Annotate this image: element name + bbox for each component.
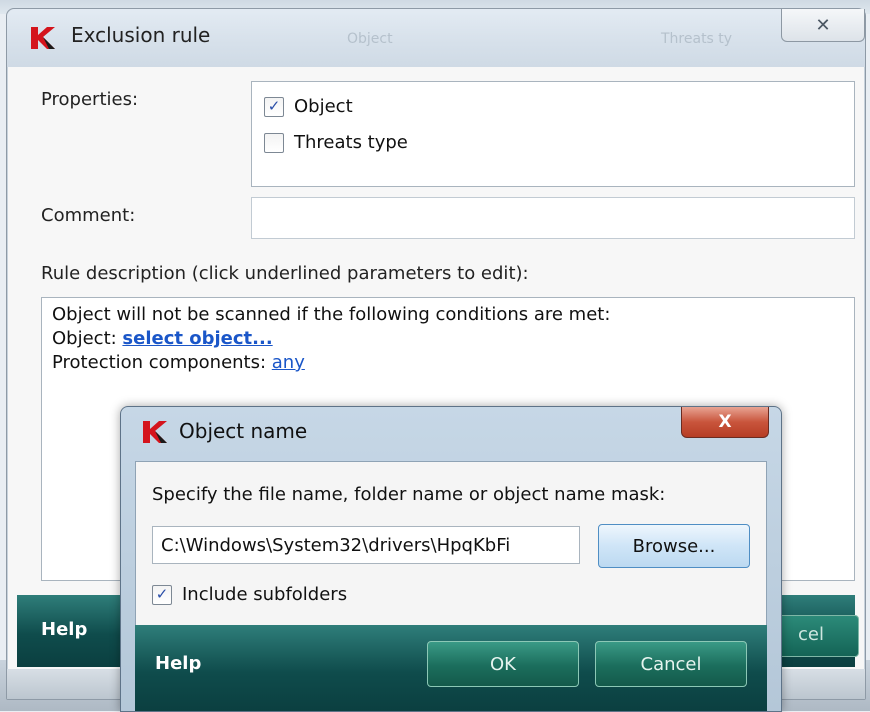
dialog-title: Object name [179, 419, 308, 443]
components-any-link[interactable]: any [272, 352, 305, 373]
background-tab-label: Threats ty [661, 31, 733, 47]
kaspersky-k-icon [141, 419, 169, 445]
browse-button[interactable]: Browse... [598, 524, 750, 568]
include-subfolders-row[interactable]: ✓ Include subfolders [152, 584, 347, 605]
object-checkbox-row[interactable]: ✓ Object [264, 96, 353, 117]
properties-label: Properties: [41, 89, 139, 110]
title-bar[interactable]: Object Threats ty Exclusion rule ✕ [7, 9, 865, 67]
dialog-footer: Help OK Cancel [135, 625, 767, 711]
include-subfolders-checkbox[interactable]: ✓ [152, 584, 172, 605]
background-tab-label: Object [347, 31, 393, 47]
dialog-title: Exclusion rule [71, 23, 211, 47]
comment-input[interactable] [251, 197, 855, 239]
components-condition-line: Protection components: any [52, 352, 305, 373]
close-icon: X [718, 412, 732, 432]
cancel-button[interactable]: Cancel [595, 641, 747, 687]
include-subfolders-label: Include subfolders [182, 584, 348, 605]
cancel-button-label: cel [798, 624, 824, 645]
instruction-text: Specify the file name, folder name or ob… [152, 484, 666, 505]
object-checkbox[interactable]: ✓ [264, 96, 284, 117]
close-button[interactable]: ✕ [781, 9, 865, 42]
object-path-input[interactable]: C:\Windows\System32\drivers\HpqKbFi [152, 526, 580, 564]
object-name-panel: Specify the file name, folder name or ob… [135, 461, 767, 627]
comment-label: Comment: [41, 205, 136, 226]
object-name-dialog: Object name X Specify the file name, fol… [120, 406, 782, 712]
threats-type-checkbox[interactable] [264, 132, 284, 153]
close-button[interactable]: X [681, 407, 769, 438]
components-condition-label: Protection components: [52, 352, 272, 373]
threats-type-checkbox-label: Threats type [294, 132, 408, 153]
checkmark-icon: ✓ [155, 585, 169, 603]
cancel-button[interactable]: cel [777, 615, 859, 657]
rule-description-text: Object will not be scanned if the follow… [52, 304, 611, 325]
object-condition-line: Object: select object... [52, 328, 273, 349]
checkmark-icon: ✓ [267, 97, 281, 115]
rule-description-label: Rule description (click underlined param… [41, 263, 529, 284]
select-object-link[interactable]: select object... [122, 328, 272, 349]
kaspersky-k-icon [29, 25, 57, 51]
properties-list: ✓ Object Threats type [251, 81, 855, 187]
help-link[interactable]: Help [41, 619, 87, 640]
help-link[interactable]: Help [155, 653, 201, 674]
object-checkbox-label: Object [294, 96, 353, 117]
object-condition-label: Object: [52, 328, 123, 349]
ok-button[interactable]: OK [427, 641, 579, 687]
threats-type-checkbox-row[interactable]: Threats type [264, 132, 408, 153]
close-icon: ✕ [815, 14, 831, 36]
